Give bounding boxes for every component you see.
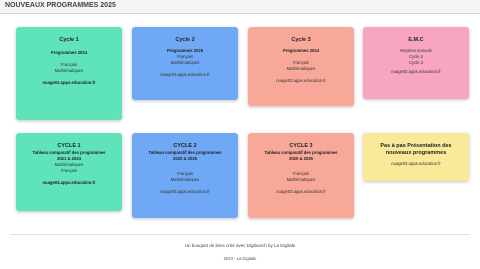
card-emc[interactable]: E.M.C Repères annuels Cycle 2 Cycle 3 nu… bbox=[363, 27, 469, 99]
card-title: Cycle 3 bbox=[291, 37, 311, 43]
footer-copyright: 2023 - La Digitale bbox=[223, 256, 257, 261]
footer-divider bbox=[10, 234, 470, 235]
card-cycle-2[interactable]: Cycle 2 Programmes 2025 Français Mathéma… bbox=[132, 27, 238, 100]
card-cycle-1-comparatif[interactable]: CYCLE 1 Tableau comparatif des programme… bbox=[16, 133, 122, 211]
card-link[interactable]: nuage03.apps.education.fr bbox=[16, 80, 122, 86]
card-title: Cycle 1 bbox=[59, 37, 79, 43]
card-title: Pas à pas Présentation des nouveaux prog… bbox=[380, 143, 452, 156]
card-title: E.M.C bbox=[408, 37, 424, 43]
card-link[interactable]: nuage03.apps.education.fr bbox=[132, 189, 238, 195]
card-link[interactable]: nuage03.apps.education.fr bbox=[363, 69, 469, 75]
card-title: CYCLE 1 bbox=[57, 143, 81, 149]
card-link[interactable]: nuage03.apps.education.fr bbox=[132, 72, 238, 78]
card-cycle-2-comparatif[interactable]: CYCLE 2 Tableau comparatif des programme… bbox=[132, 133, 238, 218]
card-title: Cycle 2 bbox=[175, 37, 195, 43]
card-pas-a-pas[interactable]: Pas à pas Présentation des nouveaux prog… bbox=[363, 133, 469, 181]
card-cycle-3-comparatif[interactable]: CYCLE 3 Tableau comparatif des programme… bbox=[248, 133, 354, 218]
card-title: CYCLE 2 bbox=[173, 143, 197, 149]
card-title: CYCLE 3 bbox=[289, 143, 313, 149]
card-link[interactable]: nuage03.apps.education.fr bbox=[16, 180, 122, 186]
card-cycle-3[interactable]: Cycle 3 Programmes 2024 Français Mathéma… bbox=[248, 27, 354, 106]
footer-credit[interactable]: Un bouquet de liens créé avec Digibunch … bbox=[0, 243, 480, 248]
card-cycle-1[interactable]: Cycle 1 Programmes 2024 Français Mathéma… bbox=[16, 27, 122, 120]
card-link[interactable]: nuage03.apps.education.fr bbox=[248, 78, 354, 84]
card-link[interactable]: nuage03.apps.education.fr bbox=[248, 189, 354, 195]
page-header: NOUVEAUX PROGRAMMES 2025 bbox=[0, 0, 480, 14]
card-link[interactable]: nuage03.apps.education.fr bbox=[363, 161, 469, 167]
page-title: NOUVEAUX PROGRAMMES 2025 bbox=[5, 2, 116, 9]
